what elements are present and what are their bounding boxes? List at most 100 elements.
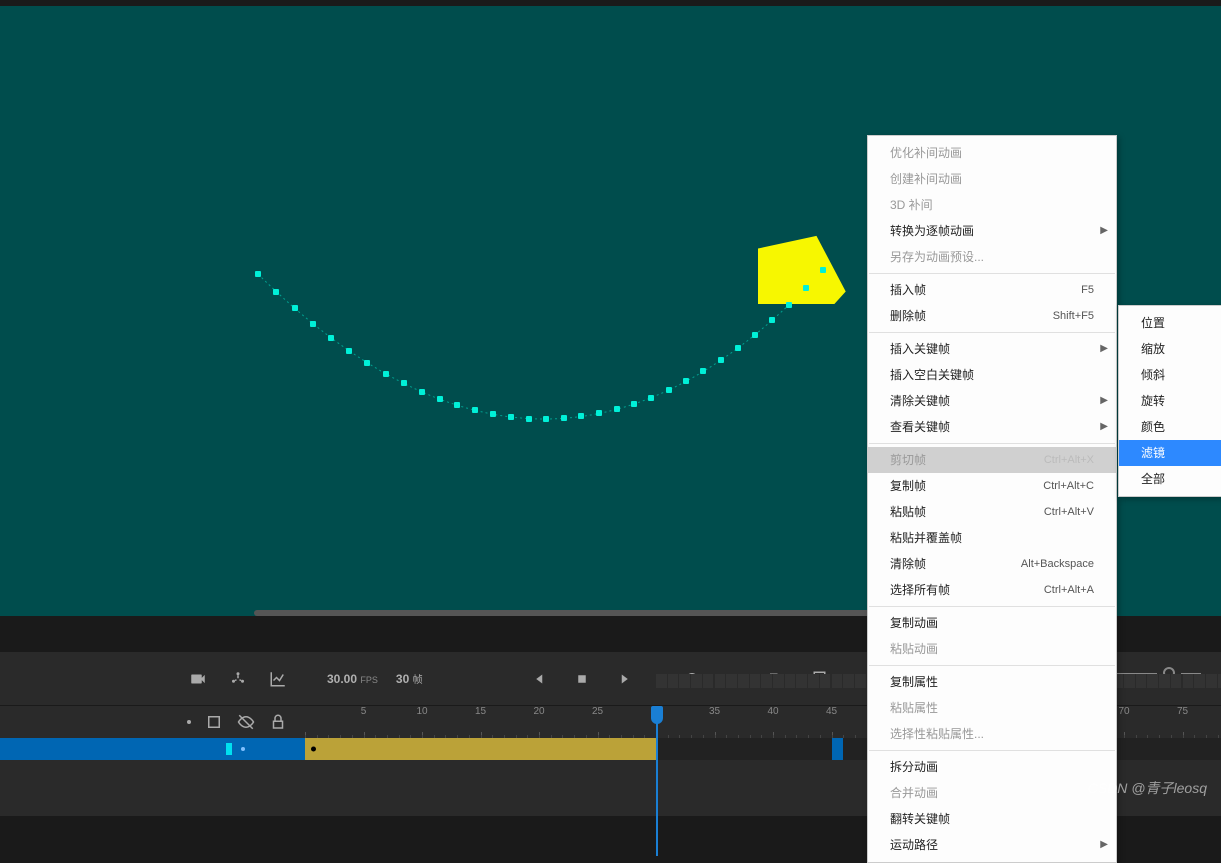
submenu-arrow-icon: ▶ [1100,392,1108,410]
menu-item-label: 复制帧 [890,477,926,495]
motion-path-point[interactable] [614,406,620,412]
camera-icon[interactable] [189,670,207,688]
menu-item[interactable]: 插入关键帧▶ [868,336,1116,362]
menu-item: 选择性粘贴属性... [868,721,1116,747]
menu-item[interactable]: 插入空白关键帧 [868,362,1116,388]
share-icon[interactable] [229,670,247,688]
submenu-item[interactable]: 颜色 [1119,414,1221,440]
menu-item-label: 合并动画 [890,784,938,802]
menu-item[interactable]: 选择所有帧 Ctrl+Alt+A [868,577,1116,603]
submenu-item-label: 颜色 [1141,418,1165,436]
visibility-toggle-icon[interactable] [237,713,255,731]
menu-item-label: 剪切帧 [890,451,926,469]
submenu-item[interactable]: 滤镜 [1119,440,1221,466]
motion-path-point[interactable] [328,335,334,341]
menu-item[interactable]: 翻转关键帧 [868,806,1116,832]
menu-item[interactable]: 复制帧Ctrl+Alt+C [868,473,1116,499]
menu-item[interactable]: 拆分动画 [868,754,1116,780]
motion-path-point[interactable] [631,401,637,407]
menu-item[interactable]: 运动路径▶ [868,832,1116,858]
menu-item[interactable]: 复制属性 [868,669,1116,695]
motion-path-point[interactable] [472,407,478,413]
motion-path-point[interactable] [666,387,672,393]
submenu-item[interactable]: 缩放 [1119,336,1221,362]
menu-item: 粘贴动画 [868,636,1116,662]
submenu-item-label: 滤镜 [1141,444,1165,462]
head-span[interactable] [832,738,844,760]
menu-item-shortcut: Ctrl+Alt+A [1044,581,1094,599]
submenu-item[interactable]: 位置 [1119,310,1221,336]
motion-path-point[interactable] [752,332,758,338]
submenu-arrow-icon: ▶ [1100,836,1108,854]
submenu-item[interactable]: 全部 [1119,466,1221,492]
motion-path-point[interactable] [803,285,809,291]
outline-toggle-icon[interactable] [205,713,223,731]
motion-path-point[interactable] [596,410,602,416]
menu-item[interactable]: 清除关键帧 ▶ [868,388,1116,414]
menu-item-label: 优化补间动画 [890,144,962,162]
submenu-item-label: 倾斜 [1141,366,1165,384]
motion-path-point[interactable] [255,271,261,277]
menu-item-label: 清除帧 [890,555,926,573]
motion-path-point[interactable] [292,305,298,311]
motion-path-point[interactable] [383,371,389,377]
motion-path-point[interactable] [364,360,370,366]
menu-separator [869,273,1115,274]
context-submenu[interactable]: 位置缩放倾斜旋转颜色滤镜全部 [1118,305,1221,497]
menu-item-label: 复制动画 [890,614,938,632]
submenu-item-label: 旋转 [1141,392,1165,410]
menu-item[interactable]: 粘贴并覆盖帧 [868,525,1116,551]
menu-item[interactable]: 粘贴帧Ctrl+Alt+V [868,499,1116,525]
menu-item-label: 创建补间动画 [890,170,962,188]
motion-path-point[interactable] [526,416,532,422]
menu-item[interactable]: 复制动画 [868,610,1116,636]
chart-icon[interactable] [269,670,287,688]
tween-span[interactable] [305,738,656,760]
motion-path-point[interactable] [543,416,549,422]
motion-path-point[interactable] [648,395,654,401]
motion-path-point[interactable] [310,321,316,327]
submenu-item-label: 位置 [1141,314,1165,332]
menu-item[interactable]: 删除帧Shift+F5 [868,303,1116,329]
menu-item-label: 拆分动画 [890,758,938,776]
motion-path-point[interactable] [490,411,496,417]
motion-path-point[interactable] [419,389,425,395]
submenu-item[interactable]: 倾斜 [1119,362,1221,388]
menu-item[interactable]: 查看关键帧▶ [868,414,1116,440]
lock-toggle-icon[interactable] [269,713,287,731]
menu-separator [869,750,1115,751]
motion-path-point[interactable] [700,368,706,374]
watermark: CSDN @青子leosq [1088,778,1207,798]
motion-path-point[interactable] [786,302,792,308]
motion-path-point[interactable] [561,415,567,421]
menu-item-label: 清除关键帧 [890,392,950,410]
motion-path-point[interactable] [508,414,514,420]
motion-path-point[interactable] [578,413,584,419]
motion-path-point[interactable] [346,348,352,354]
motion-path-point[interactable] [454,402,460,408]
menu-item: 剪切帧Ctrl+Alt+X [868,447,1116,473]
motion-path-point[interactable] [683,378,689,384]
motion-path-point[interactable] [273,289,279,295]
motion-path-point[interactable] [769,317,775,323]
horizontal-scrollbar[interactable] [254,610,954,616]
menu-item[interactable]: 清除帧Alt+Backspace [868,551,1116,577]
menu-item-label: 选择所有帧 [890,581,950,599]
menu-item-label: 粘贴动画 [890,640,938,658]
submenu-arrow-icon: ▶ [1100,340,1108,358]
context-menu[interactable]: 优化补间动画创建补间动画3D 补间转换为逐帧动画▶另存为动画预设...插入帧F5… [867,135,1117,863]
submenu-item[interactable]: 旋转 [1119,388,1221,414]
menu-item: 创建补间动画 [868,166,1116,192]
motion-path-point[interactable] [735,345,741,351]
menu-item-label: 粘贴帧 [890,503,926,521]
layer-cell[interactable] [0,738,305,760]
menu-item[interactable]: 插入帧F5 [868,277,1116,303]
motion-path-point[interactable] [820,267,826,273]
menu-item-label: 粘贴属性 [890,699,938,717]
menu-item-label: 另存为动画预设... [890,248,984,266]
motion-path-point[interactable] [718,357,724,363]
highlight-toggle[interactable] [187,720,191,724]
motion-path-point[interactable] [401,380,407,386]
motion-path-point[interactable] [437,396,443,402]
menu-item[interactable]: 转换为逐帧动画▶ [868,218,1116,244]
